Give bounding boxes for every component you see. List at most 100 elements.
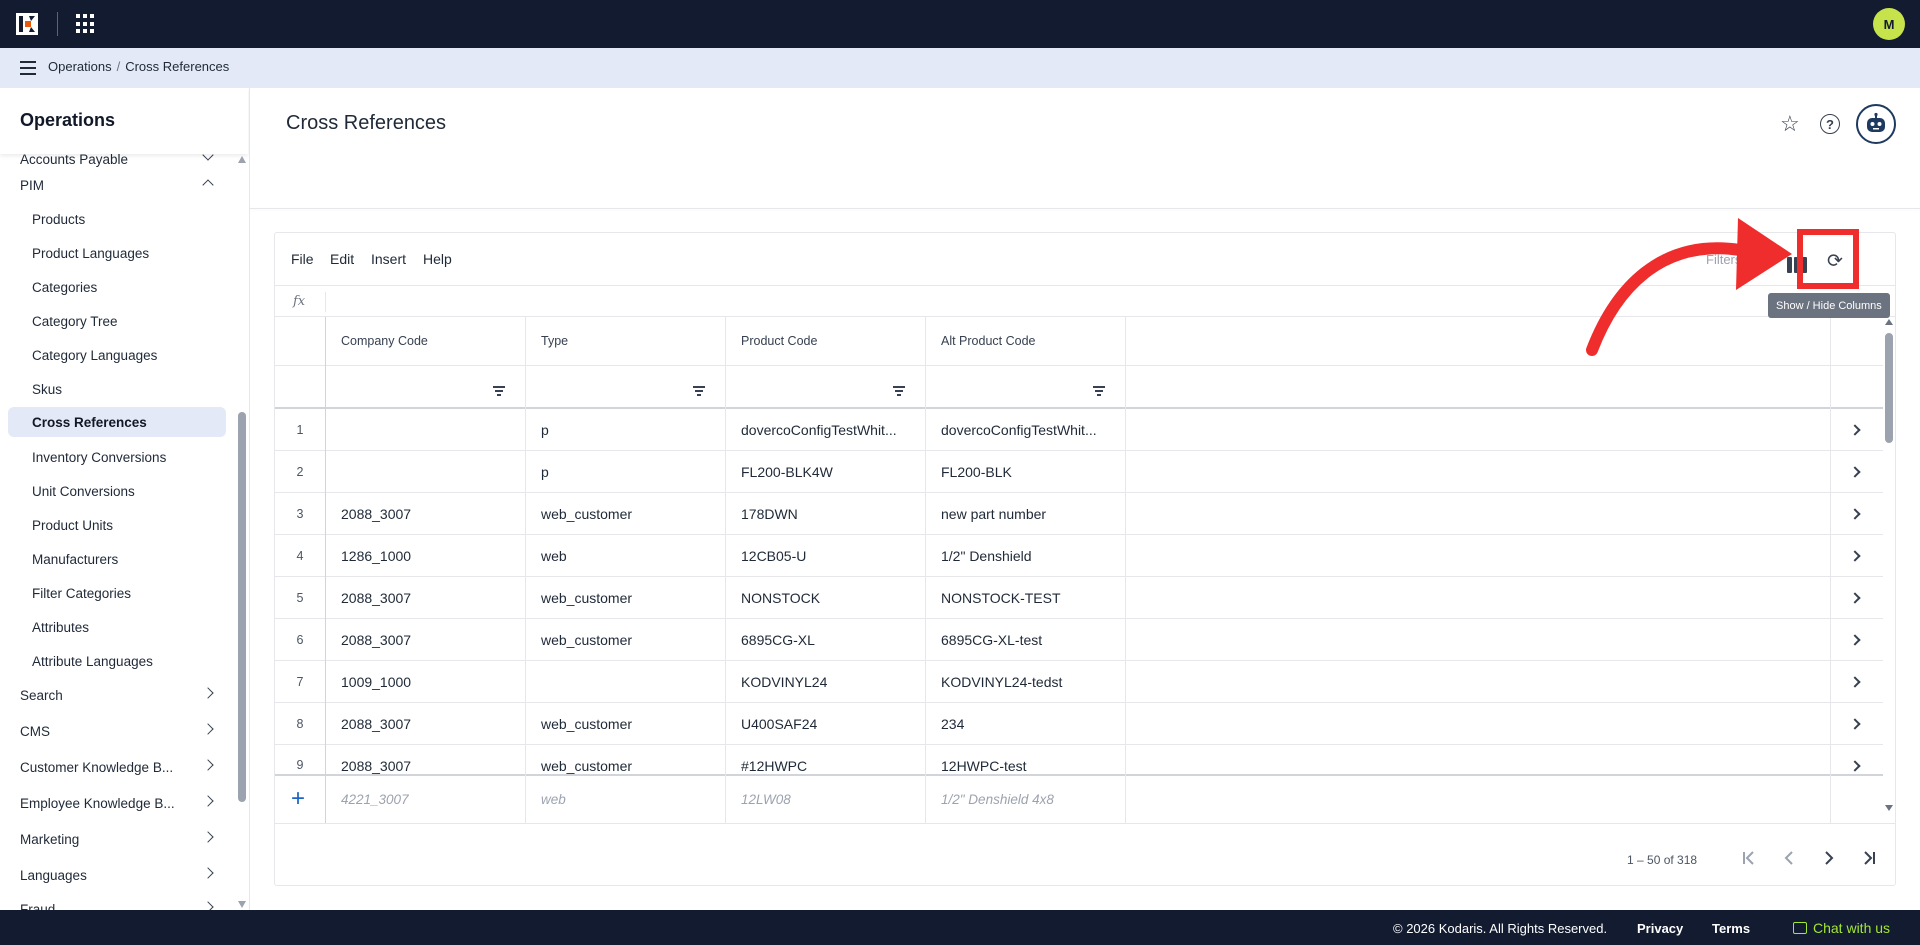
- menu-help[interactable]: Help: [423, 251, 452, 267]
- cell-type[interactable]: p: [525, 451, 725, 492]
- sidebar-group-fraud[interactable]: Fraud: [8, 894, 226, 910]
- cell-alt-product-code[interactable]: NONSTOCK-TEST: [925, 577, 1125, 618]
- sidebar-group-employee-knowledge[interactable]: Employee Knowledge B...: [8, 788, 226, 818]
- cell-product-code[interactable]: FL200-BLK4W: [725, 451, 925, 492]
- add-row-icon[interactable]: +: [291, 787, 305, 811]
- menu-toggle-icon[interactable]: [20, 61, 36, 75]
- cell-alt-product-code[interactable]: 12HWPC-test: [925, 745, 1125, 774]
- sidebar-scrollbar[interactable]: [236, 154, 248, 910]
- cell-alt-product-code[interactable]: new part number: [925, 493, 1125, 534]
- scroll-up-icon[interactable]: [1885, 319, 1893, 325]
- filter-icon[interactable]: [1093, 386, 1105, 396]
- sidebar-item-skus[interactable]: Skus: [8, 374, 226, 404]
- column-header-type[interactable]: Type: [525, 317, 725, 365]
- chevron-right-icon[interactable]: [1849, 676, 1861, 688]
- scrollbar-thumb[interactable]: [238, 412, 246, 802]
- chevron-right-icon[interactable]: [1849, 508, 1861, 520]
- cell-product-code[interactable]: 12CB05-U: [725, 535, 925, 576]
- cell-type[interactable]: web_customer: [525, 493, 725, 534]
- cell-company-code[interactable]: 2088_3007: [325, 745, 525, 774]
- footer-privacy-link[interactable]: Privacy: [1637, 921, 1683, 936]
- previous-page-icon[interactable]: [1777, 846, 1801, 870]
- cell-company-code[interactable]: 2088_3007: [325, 493, 525, 534]
- cell-product-code[interactable]: U400SAF24: [725, 703, 925, 744]
- cell-product-code[interactable]: NONSTOCK: [725, 577, 925, 618]
- cell-type[interactable]: web_customer: [525, 703, 725, 744]
- menu-edit[interactable]: Edit: [330, 251, 354, 267]
- chevron-right-icon[interactable]: [1849, 634, 1861, 646]
- chevron-right-icon[interactable]: [1849, 424, 1861, 436]
- cell-company-code[interactable]: 2088_3007: [325, 619, 525, 660]
- cell-alt-product-code[interactable]: 234: [925, 703, 1125, 744]
- menu-insert[interactable]: Insert: [371, 251, 406, 267]
- sidebar-group-search[interactable]: Search: [8, 680, 226, 710]
- sidebar-item-product-units[interactable]: Product Units: [8, 510, 226, 540]
- cell-product-code[interactable]: dovercoConfigTestWhit...: [725, 409, 925, 450]
- cell-alt-product-code[interactable]: 6895CG-XL-test: [925, 619, 1125, 660]
- cell-company-code[interactable]: 2088_3007: [325, 703, 525, 744]
- apps-grid-icon[interactable]: [76, 14, 96, 34]
- cell-company-code[interactable]: 1286_1000: [325, 535, 525, 576]
- new-alt-product-code-input[interactable]: 1/2" Denshield 4x8: [925, 776, 1125, 823]
- cell-company-code[interactable]: 2088_3007: [325, 577, 525, 618]
- cell-product-code[interactable]: #12HWPC: [725, 745, 925, 774]
- chevron-right-icon[interactable]: [1849, 550, 1861, 562]
- cell-type[interactable]: web_customer: [525, 619, 725, 660]
- filter-icon[interactable]: [893, 386, 905, 396]
- cell-product-code[interactable]: 178DWN: [725, 493, 925, 534]
- cell-product-code[interactable]: 6895CG-XL: [725, 619, 925, 660]
- assistant-bot-icon[interactable]: [1856, 104, 1896, 144]
- footer-terms-link[interactable]: Terms: [1712, 921, 1750, 936]
- chevron-right-icon[interactable]: [1849, 718, 1861, 730]
- new-company-code-input[interactable]: 4221_3007: [325, 776, 525, 823]
- column-header-company-code[interactable]: Company Code: [325, 317, 525, 365]
- cell-alt-product-code[interactable]: dovercoConfigTestWhit...: [925, 409, 1125, 450]
- scrollbar-thumb[interactable]: [1885, 333, 1893, 443]
- sidebar-item-products[interactable]: Products: [8, 204, 226, 234]
- sidebar-item-filter-categories[interactable]: Filter Categories: [8, 578, 226, 608]
- sidebar-item-product-languages[interactable]: Product Languages: [8, 238, 226, 268]
- cell-type[interactable]: web_customer: [525, 577, 725, 618]
- new-product-code-input[interactable]: 12LW08: [725, 776, 925, 823]
- kodaris-logo-icon[interactable]: [16, 13, 38, 35]
- grid-scrollbar[interactable]: [1883, 317, 1895, 817]
- star-icon[interactable]: ☆: [1780, 113, 1802, 135]
- help-icon[interactable]: ?: [1820, 114, 1840, 134]
- cell-alt-product-code[interactable]: KODVINYL24-tedst: [925, 661, 1125, 702]
- sidebar-group-customer-knowledge[interactable]: Customer Knowledge B...: [8, 752, 226, 782]
- user-avatar[interactable]: M: [1873, 8, 1905, 40]
- sidebar-item-category-languages[interactable]: Category Languages: [8, 340, 226, 370]
- cell-alt-product-code[interactable]: 1/2" Denshield: [925, 535, 1125, 576]
- cell-type[interactable]: [525, 661, 725, 702]
- sidebar-item-attributes[interactable]: Attributes: [8, 612, 226, 642]
- sidebar-item-inventory-conversions[interactable]: Inventory Conversions: [8, 442, 226, 472]
- filter-icon[interactable]: [493, 386, 505, 396]
- sidebar-item-unit-conversions[interactable]: Unit Conversions: [8, 476, 226, 506]
- breadcrumb-operations[interactable]: Operations: [48, 59, 112, 74]
- cell-company-code[interactable]: 1009_1000: [325, 661, 525, 702]
- cell-type[interactable]: p: [525, 409, 725, 450]
- sidebar-item-manufacturers[interactable]: Manufacturers: [8, 544, 226, 574]
- new-type-input[interactable]: web: [525, 776, 725, 823]
- column-header-alt-product-code[interactable]: Alt Product Code: [925, 317, 1125, 365]
- sidebar-group-marketing[interactable]: Marketing: [8, 824, 226, 854]
- chevron-right-icon[interactable]: [1849, 592, 1861, 604]
- scroll-down-icon[interactable]: [238, 901, 246, 908]
- scroll-up-icon[interactable]: [238, 156, 246, 163]
- sidebar-group-languages[interactable]: Languages: [8, 860, 226, 890]
- sidebar-section-pim[interactable]: PIM: [8, 170, 226, 200]
- sidebar-item-category-tree[interactable]: Category Tree: [8, 306, 226, 336]
- menu-file[interactable]: File: [291, 251, 314, 267]
- first-page-icon[interactable]: [1737, 846, 1761, 870]
- cell-alt-product-code[interactable]: FL200-BLK: [925, 451, 1125, 492]
- chevron-right-icon[interactable]: [1849, 466, 1861, 478]
- cell-product-code[interactable]: KODVINYL24: [725, 661, 925, 702]
- sidebar-group-cms[interactable]: CMS: [8, 716, 226, 746]
- last-page-icon[interactable]: [1857, 846, 1881, 870]
- sidebar-item-cross-references[interactable]: Cross References: [8, 407, 226, 437]
- cell-type[interactable]: web: [525, 535, 725, 576]
- sidebar-item-attribute-languages[interactable]: Attribute Languages: [8, 646, 226, 676]
- column-header-product-code[interactable]: Product Code: [725, 317, 925, 365]
- cell-company-code[interactable]: [325, 451, 525, 492]
- scroll-down-icon[interactable]: [1885, 805, 1893, 811]
